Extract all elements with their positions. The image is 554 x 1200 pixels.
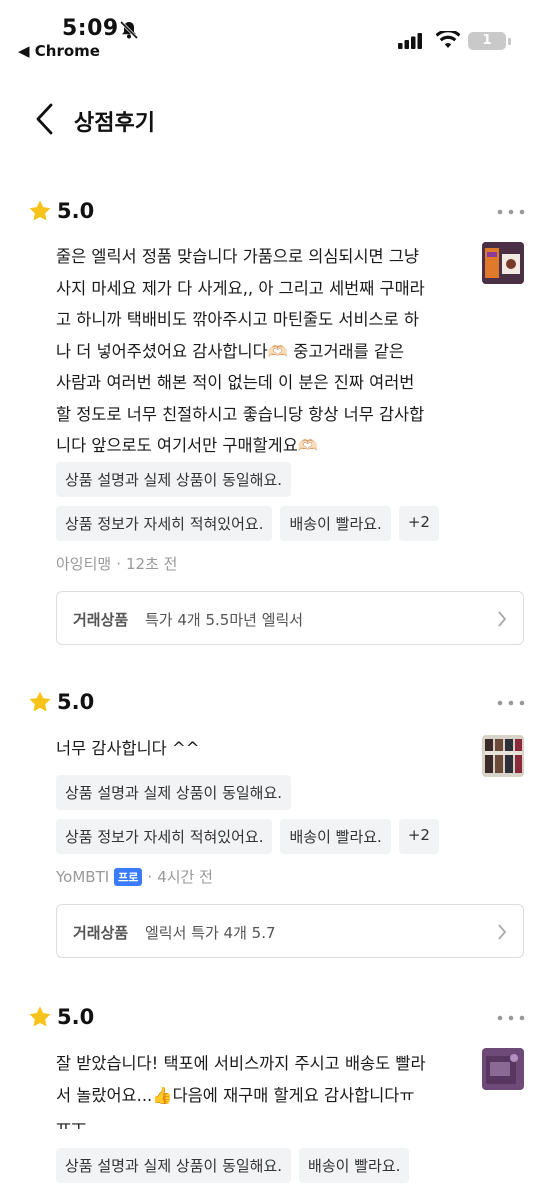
rating-row: 5.0 <box>28 689 94 715</box>
more-options-icon[interactable] <box>496 1014 526 1022</box>
review-text: 잘 받았습니다! 택포에 서비스까지 주시고 배송도 빨라 서 놀랐어요...👍… <box>56 1048 468 1129</box>
rating-score: 5.0 <box>57 1005 95 1029</box>
review-tags: 상품 설명과 실제 상품이 동일해요. 상품 정보가 자세히 적혀있어요. 배송… <box>56 775 536 863</box>
review-photo-thumbnail[interactable] <box>482 735 524 777</box>
app-header: 상점후기 <box>0 90 554 150</box>
review-photo-thumbnail[interactable] <box>482 1048 524 1090</box>
review-text-line: 서 놀랐어요...👍다음에 재구매 할게요 감사합니다ㅠ <box>56 1085 415 1105</box>
more-tags-chip[interactable]: +2 <box>398 506 439 541</box>
review-tag-chip: 상품 설명과 실제 상품이 동일해요. <box>56 1148 292 1183</box>
review-time: 12초 전 <box>125 555 178 573</box>
review-photo-thumbnail[interactable] <box>482 242 524 284</box>
traded-product-link[interactable]: 거래상품 특가 4개 5.5마년 엘릭서 <box>56 591 524 645</box>
rating-row: 5.0 <box>28 198 94 224</box>
review-tag-chip: 상품 정보가 자세히 적혀있어요. <box>56 819 273 854</box>
review-tag-chip: 상품 정보가 자세히 적혀있어요. <box>56 506 273 541</box>
chevron-right-icon <box>498 611 507 627</box>
page-title: 상점후기 <box>74 111 155 136</box>
review-meta: 아잉티맹 · 12초 전 <box>56 553 178 574</box>
star-icon <box>29 1006 51 1027</box>
review-text-line: 니다 앞으로도 여기서만 구매할게요🫶🏻 <box>56 436 319 455</box>
rating-score: 5.0 <box>57 690 95 714</box>
signal-icon <box>398 33 422 49</box>
back-arrow-icon[interactable] <box>32 102 58 136</box>
rating-score: 5.0 <box>57 199 95 223</box>
bell-slash-icon <box>119 20 139 40</box>
more-tags-chip[interactable]: +2 <box>398 819 439 854</box>
back-to-chrome-link[interactable]: ◀ Chrome <box>18 42 100 60</box>
review-tags: 상품 설명과 실제 상품이 동일해요. 배송이 빨라요. <box>56 1148 536 1192</box>
review-tag-chip: 상품 설명과 실제 상품이 동일해요. <box>56 462 292 497</box>
status-time: 5:09 <box>62 16 119 41</box>
review-text-line: 너무 감사합니다 ^^ <box>56 739 200 758</box>
more-options-icon[interactable] <box>496 699 526 707</box>
review-tag-chip: 상품 설명과 실제 상품이 동일해요. <box>56 775 292 810</box>
review-text-line: 나 더 넣어주셨어요 감사합니다🫶🏻 중고거래를 같은 <box>56 341 405 361</box>
traded-product-link[interactable]: 거래상품 엘릭서 특가 4개 5.7 <box>56 904 524 958</box>
chevron-right-icon <box>498 924 507 940</box>
battery-cap <box>508 38 511 45</box>
review-text-line: 사지 마세요 제가 다 사게요,, 아 그리고 세번째 구매라 <box>56 278 425 298</box>
review-tag-chip: 배송이 빨라요. <box>299 1148 410 1183</box>
pro-badge: 프로 <box>114 867 143 886</box>
review-text-line: 고 하니까 택배비도 깎아주시고 마틴줄도 서비스로 하 <box>56 310 420 329</box>
review-time: 4시간 전 <box>157 868 213 886</box>
product-label: 거래상품 <box>73 924 129 942</box>
review-text: 줄은 엘릭서 정품 맞습니다 가품으로 의심되시면 그냥 사지 마세요 제가 다… <box>56 241 468 462</box>
battery-indicator: 1 <box>468 32 506 50</box>
wifi-icon <box>436 31 460 48</box>
rating-row: 5.0 <box>28 1004 94 1030</box>
review-text-line: 사람과 여러번 해본 적이 없는데 이 분은 진짜 여러번 <box>56 373 415 392</box>
more-options-icon[interactable] <box>496 208 526 216</box>
reviewer-name[interactable]: YoMBTI <box>56 868 109 886</box>
star-icon <box>29 200 51 221</box>
reviewer-name[interactable]: 아잉티맹 <box>56 553 111 574</box>
review-text-line: ㅠㅜ <box>56 1117 87 1129</box>
review-text-line: 할 정도로 너무 친절하시고 좋습니당 항상 너무 감사합 <box>56 404 425 424</box>
product-name: 특가 4개 5.5마년 엘릭서 <box>145 611 304 629</box>
product-name: 엘릭서 특가 4개 5.7 <box>145 924 276 942</box>
status-bar: 5:09 ◀ Chrome 1 <box>0 0 554 70</box>
review-tag-chip: 배송이 빨라요. <box>280 819 391 854</box>
review-text-line: 줄은 엘릭서 정품 맞습니다 가품으로 의심되시면 그냥 <box>56 247 420 266</box>
product-label: 거래상품 <box>73 611 129 629</box>
star-icon <box>29 691 51 712</box>
review-text: 너무 감사합니다 ^^ <box>56 733 468 765</box>
review-tag-chip: 배송이 빨라요. <box>280 506 391 541</box>
review-meta: YoMBTI 프로 · 4시간 전 <box>56 867 213 886</box>
review-tags: 상품 설명과 실제 상품이 동일해요. 상품 정보가 자세히 적혀있어요. 배송… <box>56 462 536 550</box>
review-text-line: 잘 받았습니다! 택포에 서비스까지 주시고 배송도 빨라 <box>56 1054 426 1073</box>
